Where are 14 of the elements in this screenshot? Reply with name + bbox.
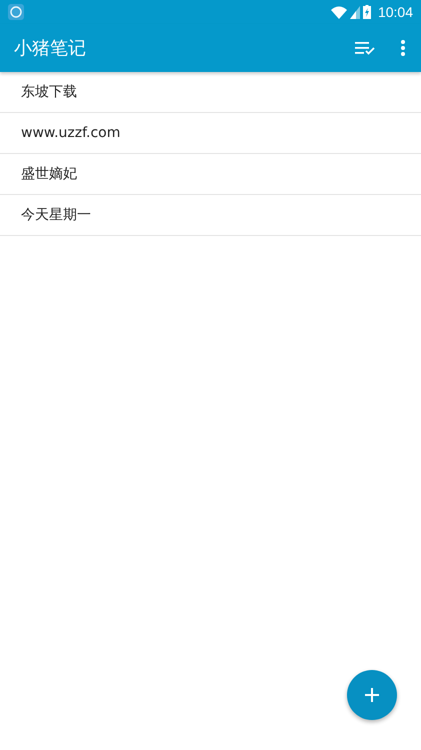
add-note-button[interactable] bbox=[347, 670, 397, 720]
battery-charging-icon bbox=[362, 5, 371, 19]
note-item[interactable]: www.uzzf.com bbox=[0, 113, 421, 154]
app-notification-icon bbox=[8, 4, 24, 20]
note-item[interactable]: 盛世嫡妃 bbox=[0, 154, 421, 195]
more-options-icon[interactable] bbox=[401, 40, 405, 56]
signal-icon bbox=[350, 6, 360, 18]
note-item[interactable]: 今天星期一 bbox=[0, 195, 421, 236]
plus-icon bbox=[365, 688, 379, 702]
note-item[interactable]: 东坡下载 bbox=[0, 72, 421, 113]
wifi-icon bbox=[330, 6, 347, 18]
app-title: 小猪笔记 bbox=[14, 37, 87, 60]
checklist-icon[interactable] bbox=[355, 41, 375, 55]
status-time: 10:04 bbox=[378, 4, 413, 20]
